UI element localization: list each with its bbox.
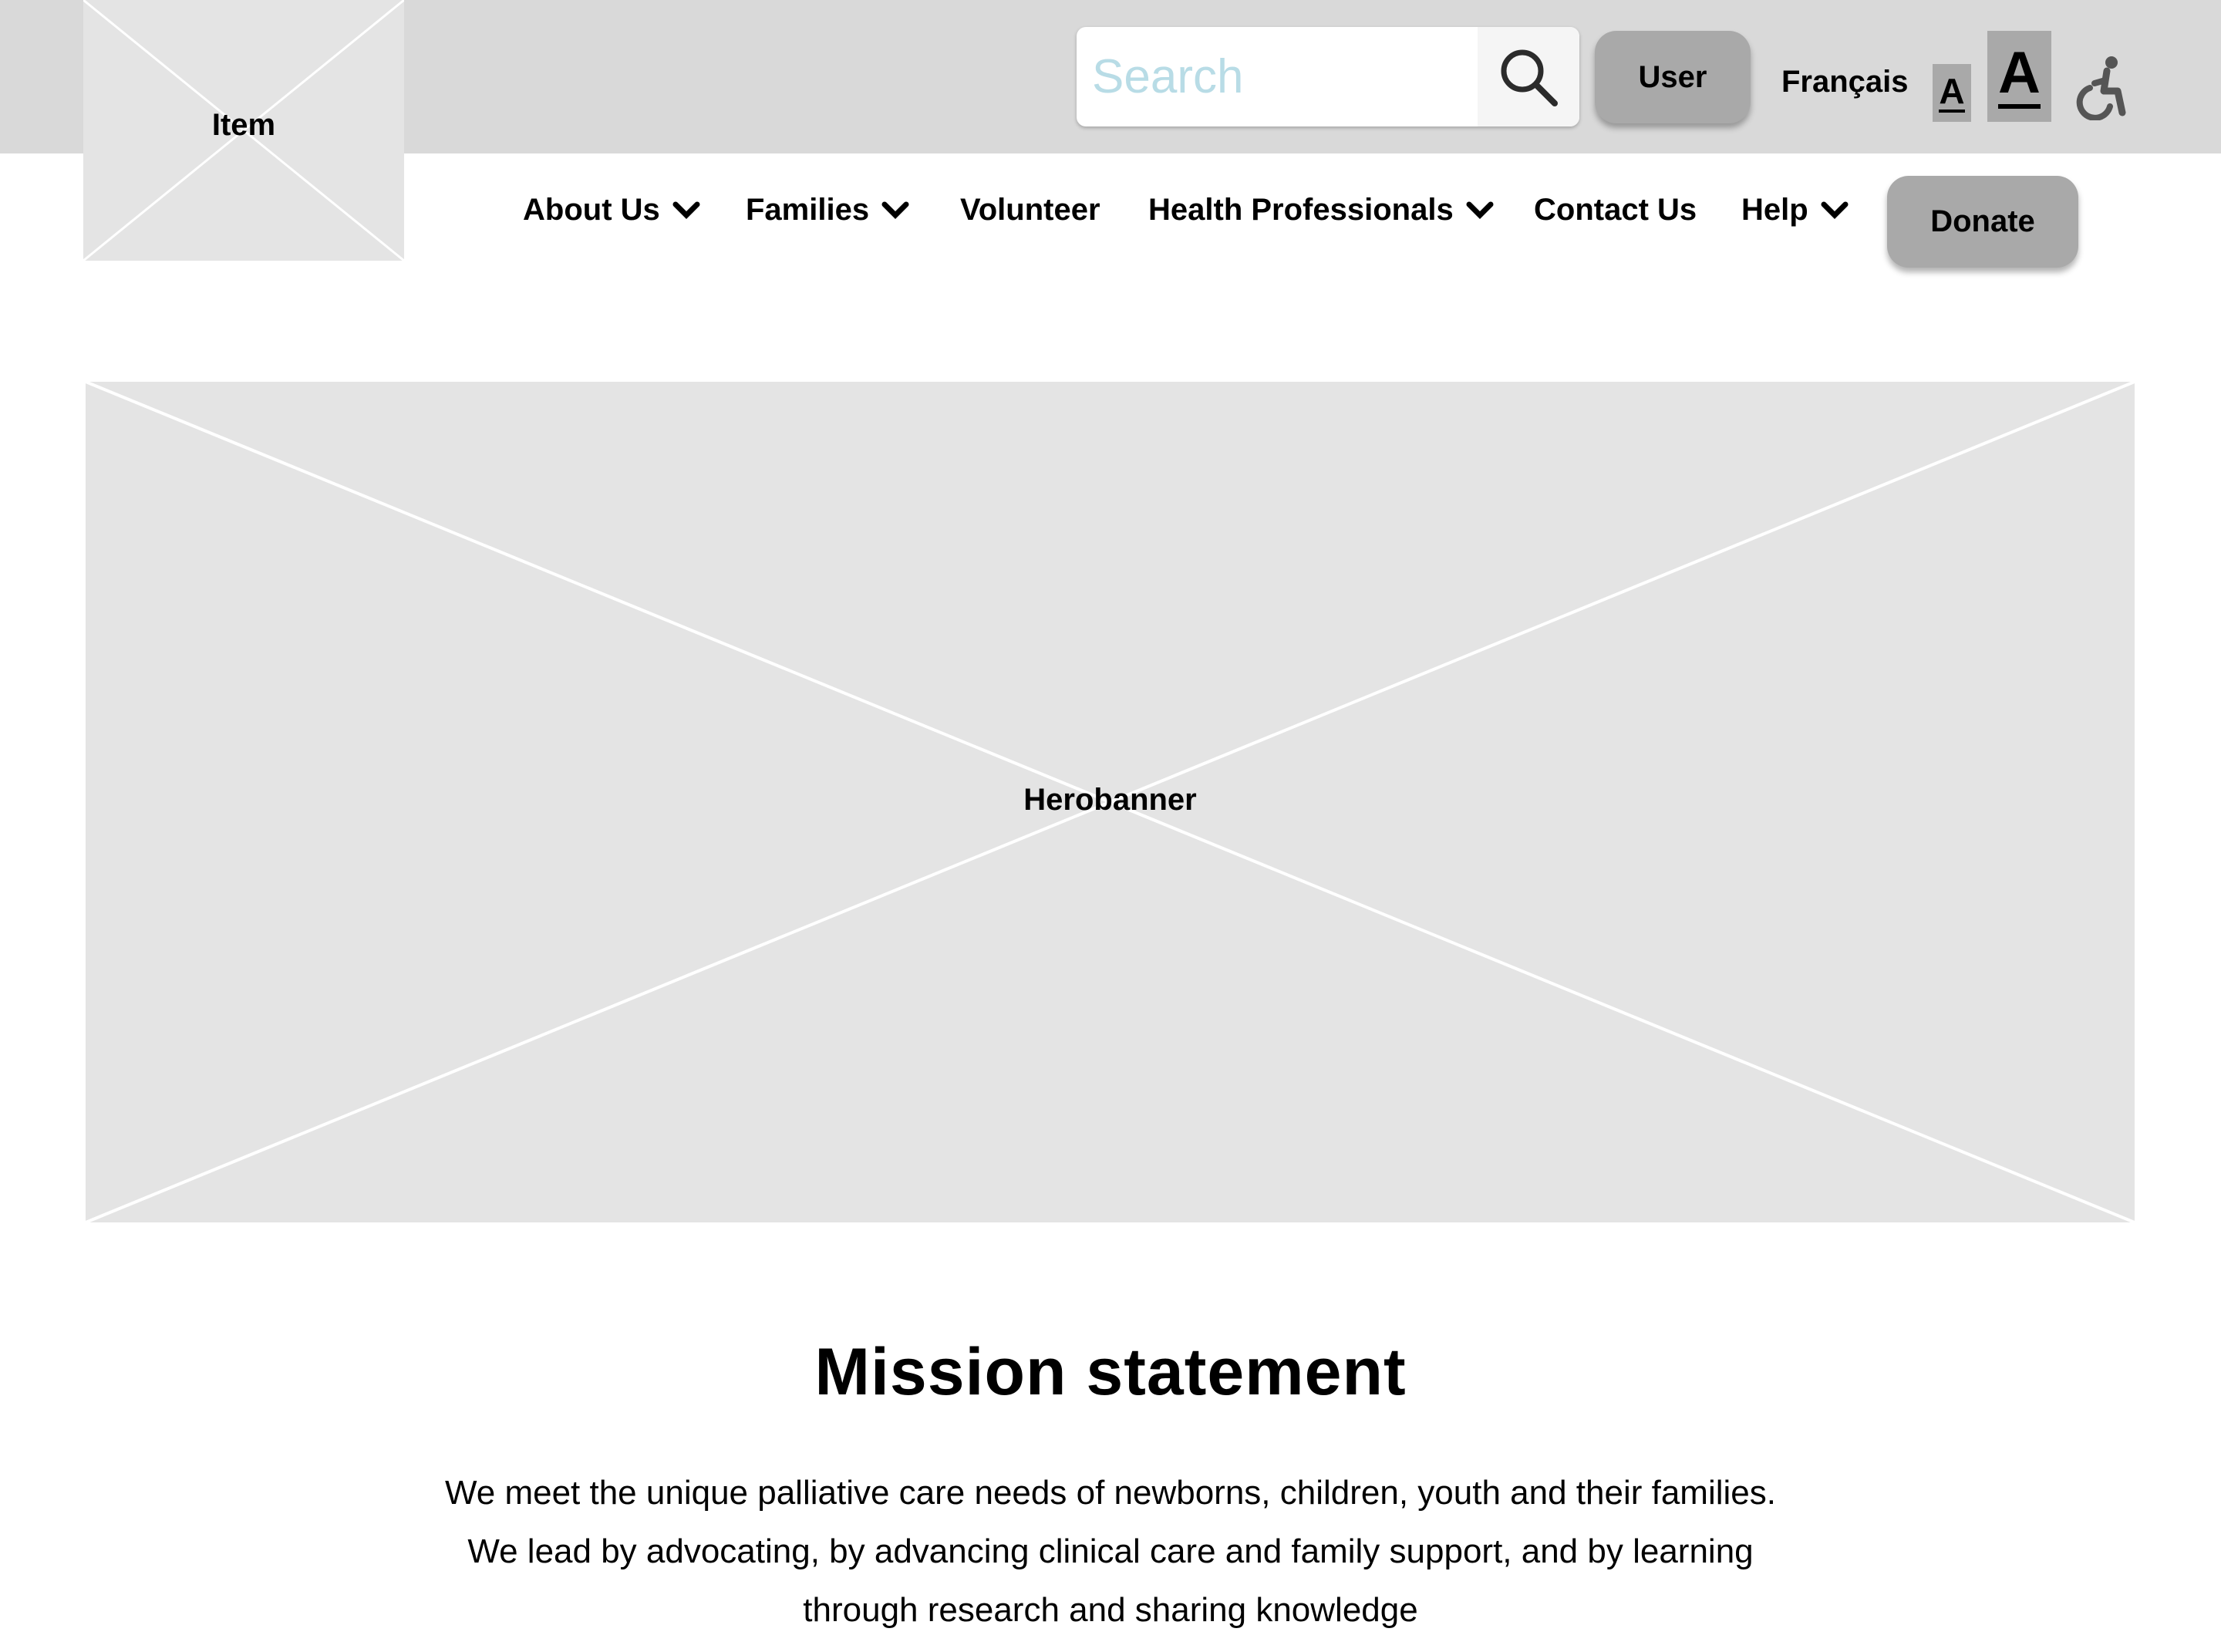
donate-button[interactable]: Donate — [1887, 176, 2078, 268]
wheelchair-icon[interactable] — [2073, 56, 2127, 120]
font-size-large-button[interactable]: A — [1987, 31, 2051, 122]
language-toggle[interactable]: Français — [1781, 65, 1909, 99]
mission-text: We meet the unique palliative care needs… — [339, 1464, 1882, 1640]
chevron-down-icon — [1821, 201, 1849, 219]
search-button[interactable] — [1478, 27, 1579, 126]
chevron-down-icon — [1466, 201, 1494, 219]
nav-item-label: About Us — [523, 193, 660, 227]
logo-placeholder[interactable]: Item — [83, 0, 404, 261]
chevron-down-icon — [672, 201, 700, 219]
nav-item-label: Volunteer — [960, 193, 1100, 227]
page: Item User Français A A About Us Families… — [0, 0, 2221, 1652]
nav-item-about-us[interactable]: About Us — [523, 193, 700, 228]
nav-item-contact-us[interactable]: Contact Us — [1534, 193, 1697, 228]
nav-item-label: Health Professionals — [1148, 193, 1454, 227]
nav-item-help[interactable]: Help — [1741, 193, 1849, 228]
mission-title: Mission statement — [814, 1335, 1407, 1409]
hero-banner[interactable]: Herobanner — [86, 382, 2135, 1222]
hero-label: Herobanner — [1023, 783, 1197, 817]
search-icon — [1501, 49, 1558, 106]
font-size-large-label: A — [1998, 44, 2041, 109]
nav-item-health-professionals[interactable]: Health Professionals — [1148, 193, 1494, 228]
mission-line: We lead by advocating, by advancing clin… — [467, 1532, 1754, 1570]
nav-item-volunteer[interactable]: Volunteer — [960, 193, 1100, 228]
nav-item-label: Contact Us — [1534, 193, 1697, 227]
logo-label: Item — [211, 108, 276, 142]
nav-item-families[interactable]: Families — [746, 193, 909, 228]
font-size-small-button[interactable]: A — [1933, 64, 1971, 122]
font-size-small-label: A — [1939, 71, 1965, 113]
nav-item-label: Help — [1741, 193, 1808, 227]
nav-item-label: Families — [746, 193, 870, 227]
user-button[interactable]: User — [1595, 31, 1751, 123]
search-input[interactable] — [1077, 27, 1478, 126]
chevron-down-icon — [881, 201, 909, 219]
search-box — [1077, 27, 1579, 126]
mission-line: We meet the unique palliative care needs… — [445, 1474, 1776, 1512]
mission-line: through research and sharing knowledge — [803, 1591, 1418, 1629]
